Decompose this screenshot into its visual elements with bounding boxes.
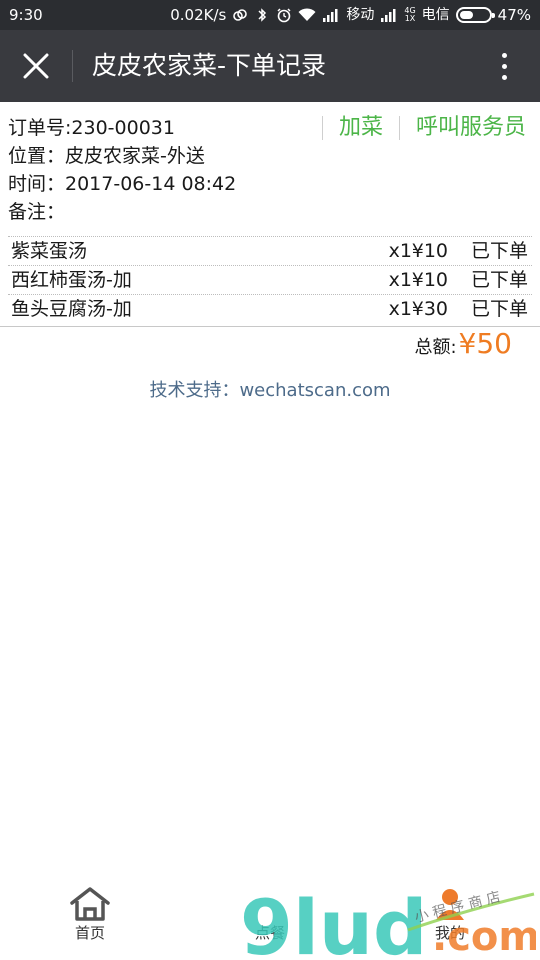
- battery-percent: 47%: [497, 6, 531, 24]
- carrier-2: 电信: [421, 7, 450, 23]
- more-button[interactable]: [486, 44, 522, 88]
- page-title: 皮皮农家菜-下单记录: [92, 51, 327, 80]
- order-time: 时间：2017-06-14 08:42: [8, 173, 237, 195]
- more-dot-icon: [501, 63, 507, 69]
- tab-order-label: 点餐: [254, 924, 285, 942]
- item-quantity: x1: [388, 298, 412, 320]
- more-dot-icon: [501, 52, 507, 58]
- order-items: 紫菜蛋汤 x1 ¥10 已下单 西红柿蛋汤-加 x1 ¥10 已下单 鱼头豆腐汤…: [8, 236, 532, 323]
- order-info: 订单号:230-00031 位置：皮皮农家菜-外送 时间：2017-06-14 …: [0, 102, 540, 235]
- tab-mine[interactable]: 我的: [400, 886, 500, 956]
- item-status: 已下单: [470, 240, 528, 262]
- network-type-bottom: 1X: [404, 14, 416, 23]
- close-button[interactable]: [12, 42, 60, 90]
- tab-mine-label: 我的: [434, 924, 465, 942]
- carrier-1: 移动: [346, 7, 375, 23]
- item-price: ¥30: [411, 298, 448, 320]
- status-time: 9:30: [9, 6, 43, 24]
- total-label: 总额:: [414, 337, 457, 358]
- order-actions: 加菜 呼叫服务员: [306, 114, 526, 142]
- status-right: 0.02K/s 移动 4G 1X 电信 47%: [164, 0, 531, 30]
- order-item-row: 西红柿蛋汤-加 x1 ¥10 已下单: [8, 265, 532, 294]
- close-icon: [23, 53, 49, 79]
- tab-order[interactable]: 点餐: [220, 886, 320, 956]
- status-bar: 9:30 0.02K/s 移动 4G 1X 电信 47%: [0, 0, 540, 30]
- user-icon: [436, 889, 464, 920]
- battery-level: [459, 11, 473, 19]
- item-price: ¥10: [411, 240, 448, 262]
- wifi-icon: [298, 8, 316, 21]
- title-separator: [72, 50, 73, 82]
- order-item-row: 紫菜蛋汤 x1 ¥10 已下单: [8, 236, 532, 265]
- action-divider: [398, 116, 400, 140]
- item-status: 已下单: [470, 298, 528, 320]
- title-bar: 皮皮农家菜-下单记录: [0, 30, 540, 102]
- item-status: 已下单: [470, 269, 528, 291]
- tab-home[interactable]: 首页: [40, 886, 140, 956]
- signal-icon-2: [381, 9, 396, 22]
- alarm-icon: [277, 8, 291, 23]
- bluetooth-icon: [258, 8, 267, 22]
- home-icon: [70, 887, 110, 921]
- more-dot-icon: [501, 74, 507, 80]
- item-name: 紫菜蛋汤: [11, 240, 88, 262]
- order-icon-placeholder: [220, 886, 320, 922]
- item-quantity: x1: [388, 269, 412, 291]
- total-value: ¥50: [458, 327, 512, 360]
- screen: 9:30 0.02K/s 移动 4G 1X 电信 47% 皮皮农家菜-下单记录 …: [0, 0, 540, 960]
- signal-icon: [323, 9, 338, 22]
- order-note: 备注：: [8, 201, 66, 223]
- bottom-tab-bar: 首页 点餐 我的: [0, 880, 540, 960]
- item-price: ¥10: [411, 269, 448, 291]
- item-quantity: x1: [388, 240, 412, 262]
- item-name: 西红柿蛋汤-加: [11, 269, 132, 291]
- battery-icon: [455, 7, 495, 23]
- tab-home-label: 首页: [74, 924, 105, 942]
- call-waiter-button[interactable]: 呼叫服务员: [416, 114, 526, 142]
- order-location: 位置：皮皮农家菜-外送: [8, 145, 205, 167]
- item-name: 鱼头豆腐汤-加: [11, 298, 132, 320]
- link-icon: [233, 9, 248, 21]
- order-item-row: 鱼头豆腐汤-加 x1 ¥30 已下单: [8, 294, 532, 323]
- order-total: 总额: ¥50: [414, 327, 512, 365]
- add-dish-button[interactable]: 加菜: [339, 114, 383, 142]
- action-divider: [321, 116, 323, 140]
- network-type: 4G 1X: [404, 7, 415, 23]
- network-speed: 0.02K/s: [170, 6, 227, 24]
- tech-support-text: 技术支持：wechatscan.com: [149, 380, 391, 401]
